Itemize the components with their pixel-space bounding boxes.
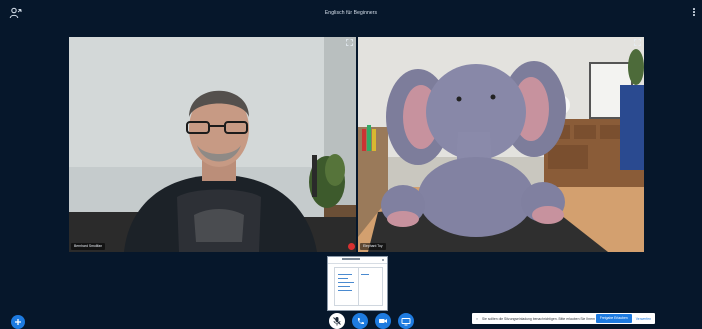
mic-muted-icon (348, 243, 355, 250)
plus-icon (15, 319, 21, 325)
meeting-title: Englisch für Beginners (324, 10, 378, 16)
phone-icon (357, 317, 364, 324)
dismiss-button[interactable]: Verwerfen (634, 317, 655, 321)
close-icon[interactable]: × (472, 316, 482, 321)
webcam-video-elephant (358, 37, 644, 252)
add-button[interactable] (11, 315, 25, 329)
media-controls (329, 313, 414, 329)
screen-share-icon (401, 317, 411, 325)
fullscreen-icon[interactable] (346, 39, 353, 46)
screen-share-thumbnail[interactable] (327, 256, 388, 311)
thumbnail-body (334, 267, 383, 306)
fullscreen-icon[interactable] (634, 39, 641, 46)
video-camera-icon (379, 319, 387, 323)
phone-button[interactable] (352, 313, 368, 329)
notification-message: Sie sollten die Sitzungseinladung benach… (482, 316, 596, 321)
microphone-button[interactable] (329, 313, 345, 329)
allow-notifications-button[interactable]: Freigabe Erlauben (595, 314, 632, 323)
webcam-video-man (69, 37, 356, 252)
microphone-off-icon (333, 317, 341, 326)
top-bar: Englisch für Beginners (0, 0, 702, 28)
participant-name-right: Elephant Toy (360, 243, 386, 250)
participant-name-left: Bernhard Smollfan (71, 243, 106, 250)
video-tile-right[interactable]: Elephant Toy (358, 37, 644, 252)
kebab-icon[interactable] (692, 8, 696, 20)
notification-banner: × Sie sollten die Sitzungseinladung bena… (472, 313, 655, 324)
screen-share-button[interactable] (398, 313, 414, 329)
thumbnail-header (328, 257, 387, 264)
video-tile-left[interactable]: Bernhard Smollfan (69, 37, 356, 252)
conference-app: Englisch für Beginners Bernhard Smollfan… (0, 0, 702, 329)
video-button[interactable] (375, 313, 391, 329)
